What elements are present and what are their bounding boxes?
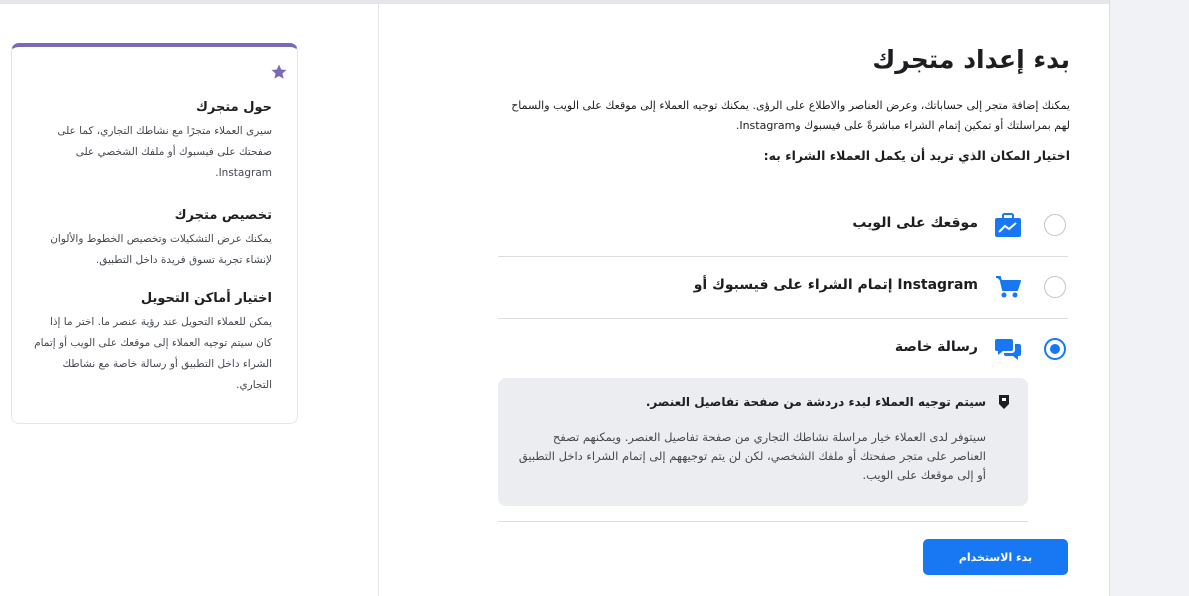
start-button[interactable]: بدء الاستخدام: [923, 539, 1068, 575]
panel-divider: [378, 4, 379, 596]
option-website[interactable]: موقعك على الويب: [498, 195, 1068, 257]
checkout-question: اختيار المكان الذي تريد أن يكمل العملاء …: [763, 148, 1070, 163]
cart-icon: [996, 276, 1021, 298]
info-body: سيتوفر لدى العملاء خيار مراسلة نشاطك الت…: [518, 430, 986, 482]
option-label: موقعك على الويب: [852, 215, 978, 231]
shield-icon: [999, 395, 1009, 409]
messages-icon: [995, 339, 1021, 360]
briefcase-icon: [995, 213, 1021, 237]
star-icon: [271, 64, 287, 79]
section-title: حول متجرك: [195, 100, 272, 115]
conversion-section: اختيار أماكن التحويل يمكن للعملاء التحوي…: [32, 291, 272, 396]
page-description: يمكنك إضافة متجر إلى حساباتك، وعرض العنا…: [511, 99, 1070, 132]
info-title: سيتم توجيه العملاء لبدء دردشة من صفحة تف…: [645, 395, 986, 409]
separator: [498, 521, 1028, 522]
section-body: يمكن للعملاء التحويل عند رؤية عنصر ما. ا…: [34, 316, 272, 391]
section-body: يمكنك عرض التشكيلات وتخصيص الخطوط والألو…: [50, 233, 272, 266]
page-title: بدء إعداد متجرك: [872, 45, 1070, 74]
setup-panel: بدء إعداد متجرك يمكنك إضافة متجر إلى حسا…: [498, 40, 1070, 575]
radio-website[interactable]: [1044, 214, 1066, 236]
radio-message[interactable]: [1044, 338, 1066, 360]
radio-checkout[interactable]: [1044, 276, 1066, 298]
customize-store-section: تخصيص متجرك يمكنك عرض التشكيلات وتخصيص ا…: [32, 208, 272, 271]
message-info-box: سيتم توجيه العملاء لبدء دردشة من صفحة تف…: [498, 378, 1028, 506]
info-card: حول متجرك سيرى العملاء متجرًا مع نشاطك ا…: [11, 43, 298, 424]
about-store-section: حول متجرك سيرى العملاء متجرًا مع نشاطك ا…: [32, 100, 272, 184]
top-border: [0, 0, 1109, 4]
option-facebook-instagram-checkout[interactable]: إتمام الشراء على فيسبوك أو Instagram: [498, 257, 1068, 319]
checkout-options: موقعك على الويب إتمام الشراء على فيسبوك …: [498, 195, 1068, 380]
option-label: رسالة خاصة: [894, 339, 978, 355]
option-label: إتمام الشراء على فيسبوك أو Instagram: [693, 277, 978, 293]
right-gutter: [1109, 0, 1189, 596]
section-title: تخصيص متجرك: [174, 208, 272, 223]
option-private-message[interactable]: رسالة خاصة: [498, 319, 1068, 380]
section-body: سيرى العملاء متجرًا مع نشاطك التجاري، كم…: [57, 125, 272, 179]
section-title: اختيار أماكن التحويل: [140, 291, 272, 306]
